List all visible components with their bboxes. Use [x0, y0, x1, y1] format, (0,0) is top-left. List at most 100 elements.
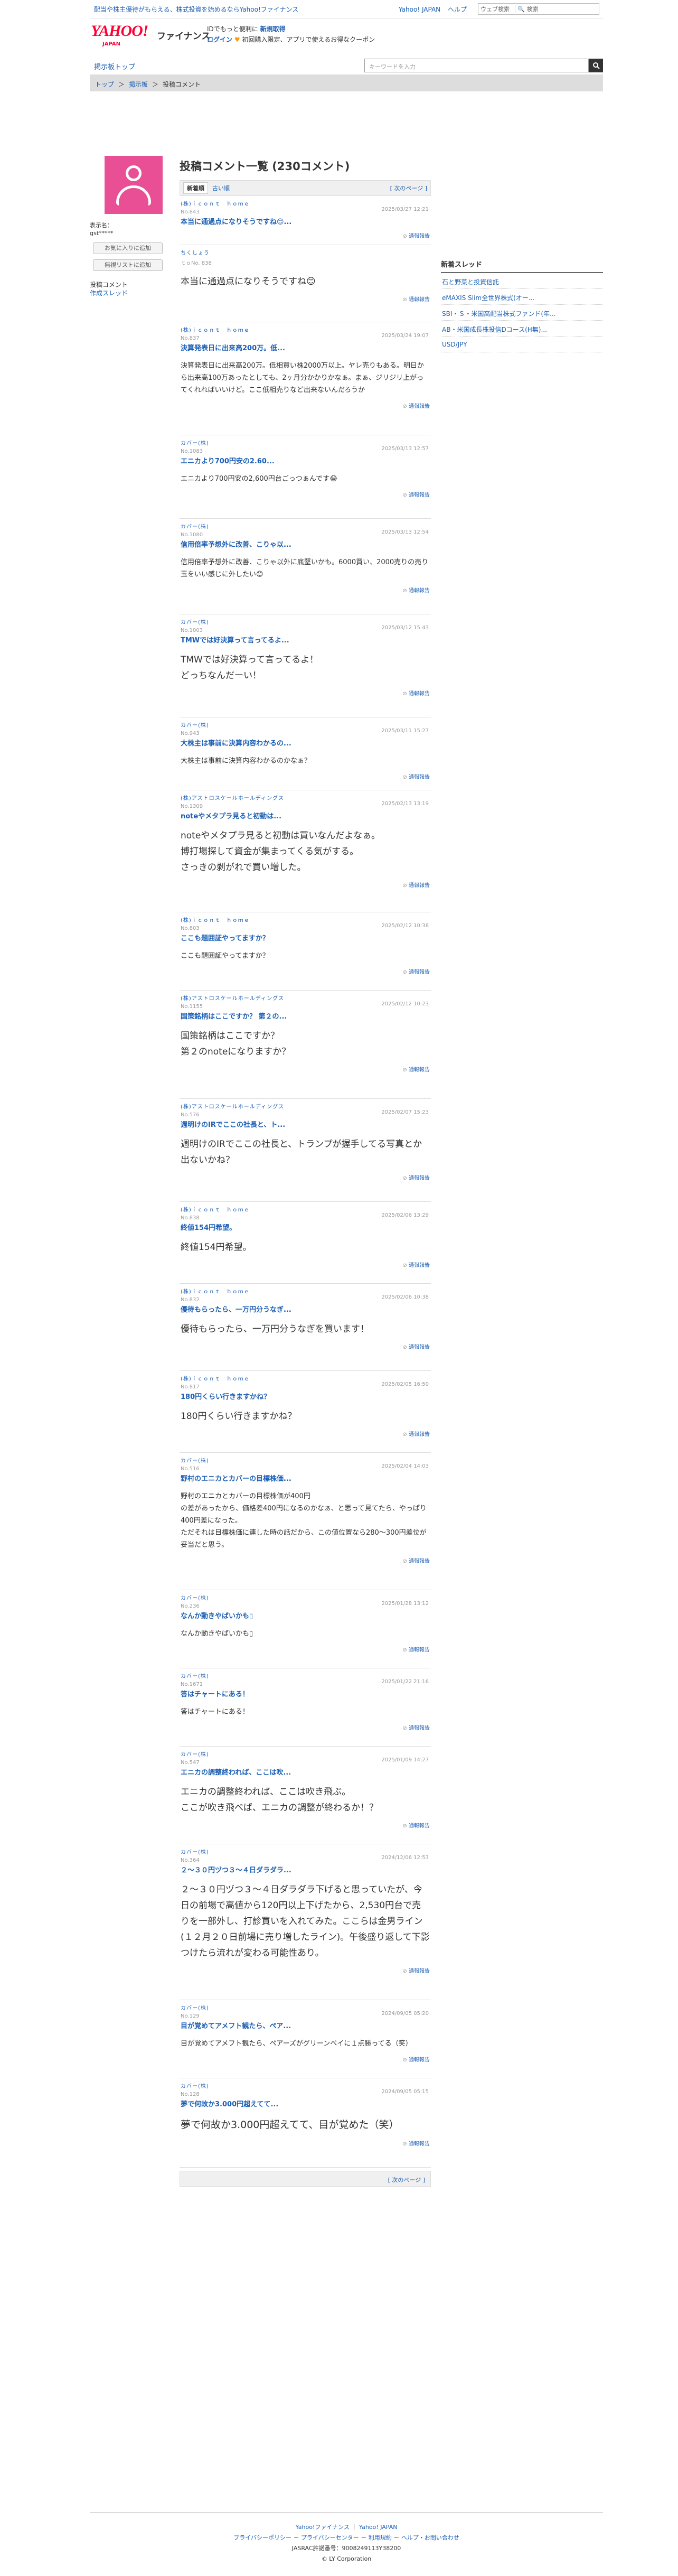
report-link[interactable]: ⊘ 通報報告 — [181, 231, 430, 239]
report-link[interactable]: ⊘ 通報報告 — [181, 1966, 430, 1974]
comment-board-name[interactable]: カバー(株) — [181, 522, 430, 530]
report-link[interactable]: ⊘ 通報報告 — [181, 1065, 430, 1073]
comment-number[interactable]: ｔｏNo. 838 — [181, 258, 430, 266]
comment-body: ２〜３０円ヅつ３〜４日ダラダラ下げると思っていたが、今日の前場で高値から120円… — [181, 1884, 430, 1958]
comment-board-name[interactable]: カバー(株) — [181, 1593, 430, 1601]
promo-link[interactable]: 配当や株主優待がもらえる、株式投資を始めるならYahoo!ファイナンス — [94, 5, 298, 14]
comment-board-name[interactable]: (株)ｉｃｏｎｔ ｈｏｍｅ — [181, 325, 430, 333]
report-link[interactable]: ⊘ 通報報告 — [181, 881, 430, 889]
report-link[interactable]: ⊘ 通報報告 — [181, 772, 430, 780]
report-link[interactable]: ⊘ 通報報告 — [181, 1430, 430, 1438]
comment-title[interactable]: 大株主は事前に決算内容わかるの... — [181, 738, 430, 748]
comment-title[interactable]: 野村のエニカとカバーの目標株価... — [181, 1473, 430, 1483]
comment-title[interactable]: 信用倍率予想外に改善、こりゃ以... — [181, 539, 430, 549]
report-link[interactable]: ⊘ 通報報告 — [181, 2139, 430, 2147]
footer-privacy-center-link[interactable]: プライバシーセンター — [301, 2534, 359, 2541]
comment-title[interactable]: 国策銘柄はここですか？ 第２の... — [181, 1011, 430, 1021]
new-thread-item[interactable]: eMAXIS Slim全世界株式(オー... — [441, 289, 603, 305]
comment-title[interactable]: 夢で何故か3.000円超えてて... — [181, 2098, 430, 2108]
board-top-link[interactable]: 掲示板トップ — [94, 61, 135, 71]
next-page-link-bottom[interactable]: [ 次のページ ] — [388, 2177, 425, 2183]
breadcrumb-top[interactable]: トップ — [95, 80, 114, 88]
comment-title[interactable]: エニカより700円安の2.60... — [181, 455, 430, 465]
comment-title[interactable]: TMWでは好決算って言ってるよ... — [181, 634, 430, 645]
comment-board-name[interactable]: カバー(株) — [181, 721, 430, 729]
board-search-button[interactable] — [589, 59, 603, 72]
breadcrumb-board[interactable]: 掲示板 — [129, 80, 148, 88]
sort-old-tab[interactable]: 古い順 — [212, 184, 230, 192]
comment-board-name[interactable]: カバー(株) — [181, 2082, 430, 2089]
comment-board-name[interactable]: カバー(株) — [181, 1456, 430, 1464]
report-link[interactable]: ⊘ 通報報告 — [181, 967, 430, 975]
new-thread-item[interactable]: USD/JPY — [441, 337, 603, 352]
report-link[interactable]: ⊘ 通報報告 — [181, 402, 430, 409]
yahoo-finance-logo[interactable]: YAHOO! JAPAN ファイナンス — [91, 22, 210, 54]
footer-terms-link[interactable]: 利用規約 — [369, 2534, 392, 2541]
comment-board-name[interactable]: カバー(株) — [181, 1672, 430, 1679]
comment-board-name[interactable]: カバー(株) — [181, 438, 430, 446]
web-search-input[interactable]: 🔍 検索 — [515, 5, 539, 13]
comment-title[interactable]: 週明けのIRでここの社長と、ト... — [181, 1119, 430, 1129]
comment-title[interactable]: noteやメタプラ見ると初動は... — [181, 810, 430, 820]
report-link[interactable]: ⊘ 通報報告 — [181, 1342, 430, 1350]
report-link[interactable]: ⊘ 通報報告 — [181, 490, 430, 498]
comment-body: 大株主は事前に決算内容わかるのかなぁ？ — [181, 757, 312, 765]
comment-board-name[interactable]: (株)ｉｃｏｎｔ ｈｏｍｅ — [181, 1374, 430, 1382]
report-link[interactable]: ⊘ 通報報告 — [181, 1261, 430, 1268]
comment-board-name[interactable]: (株)ｉｃｏｎｔ ｈｏｍｅ — [181, 199, 430, 207]
comment-board-name[interactable]: カバー(株) — [181, 618, 430, 626]
report-link[interactable]: ⊘ 通報報告 — [181, 1821, 430, 1829]
comment-board-name[interactable]: (株)ｉｃｏｎｔ ｈｏｍｅ — [181, 916, 430, 923]
comment-board-name[interactable]: カバー(株) — [181, 1847, 430, 1855]
comment-title[interactable]: 終値154円希望。 — [181, 1222, 430, 1232]
comment-item: (株)アストロスケールホールディングス No.1309 2025/02/13 13:… — [180, 790, 431, 912]
comment-board-name[interactable]: (株)アストロスケールホールディングス — [181, 1102, 430, 1110]
login-link[interactable]: ログイン — [207, 36, 232, 43]
new-thread-item[interactable]: 石と野菜と投資信託 — [441, 273, 603, 289]
comment-title[interactable]: ここも題囲証やってますか？ — [181, 932, 430, 942]
comment-title[interactable]: 決算発表日に出来高200万。低... — [181, 342, 430, 352]
report-link[interactable]: ⊘ 通報報告 — [181, 295, 430, 303]
comment-item: カバー(株) No.364 2024/12/06 12:53 ２〜３０円ヅつ３〜４日ダ… — [180, 1844, 431, 2000]
coupon-promo[interactable]: 初回購入限定、アプリで使えるお得なクーポン — [242, 36, 375, 43]
comment-board-name[interactable]: (株)アストロスケールホールディングス — [181, 994, 430, 1002]
sort-new-tab[interactable]: 新着順 — [183, 182, 208, 194]
footer-privacy-link[interactable]: プライバシーポリシー — [233, 2534, 291, 2541]
yahoo-japan-link[interactable]: Yahoo! JAPAN — [399, 6, 440, 13]
footer-yahoo-link[interactable]: Yahoo! JAPAN — [359, 2524, 398, 2531]
help-link[interactable]: ヘルプ — [448, 6, 467, 13]
report-link[interactable]: ⊘ 通報報告 — [181, 586, 430, 594]
comment-list: (株)ｉｃｏｎｔ ｈｏｍｅ No.843 2025/03/27 12:21 本当に通過… — [180, 196, 431, 2168]
comment-title[interactable]: エニカの調整終われば、ここは吹... — [181, 1767, 430, 1777]
search-type-select[interactable]: ウェブ検索 — [478, 5, 515, 13]
report-link[interactable]: ⊘ 通報報告 — [181, 1723, 430, 1731]
report-link[interactable]: ⊘ 通報報告 — [181, 1173, 430, 1181]
footer-help-link[interactable]: ヘルプ・お問い合わせ — [401, 2534, 459, 2541]
report-link[interactable]: ⊘ 通報報告 — [181, 689, 430, 697]
menu-threads[interactable]: 作成スレッド — [90, 290, 128, 297]
report-link[interactable]: ⊘ 通報報告 — [181, 2055, 430, 2063]
comment-title[interactable]: なんか動きやばいかも▯ — [181, 1610, 430, 1620]
footer-finance-link[interactable]: Yahoo!ファイナンス — [296, 2524, 350, 2531]
board-search-input[interactable]: キーワードを入力 — [364, 59, 589, 72]
new-thread-item[interactable]: SBI・Ｓ・米国高配当株式ファンド(年... — [441, 305, 603, 321]
comment-title[interactable]: ２〜３０円ヅつ３〜４日ダラダラ... — [181, 1864, 430, 1874]
comment-title[interactable]: 本当に通過点になりそうですね😊... — [181, 216, 430, 226]
comment-title[interactable]: 180円くらい行きますかね？ — [181, 1391, 430, 1401]
comment-board-name[interactable]: カバー(株) — [181, 2003, 430, 2011]
comment-board-name[interactable]: カバー(株) — [181, 1750, 430, 1758]
add-favorite-button[interactable]: お気に入りに追加 — [93, 242, 163, 254]
comment-board-name[interactable]: (株)ｉｃｏｎｔ ｈｏｍｅ — [181, 1205, 430, 1213]
report-link[interactable]: ⊘ 通報報告 — [181, 1645, 430, 1653]
new-thread-item[interactable]: AB・米国成長株投信Dコース(H無)... — [441, 321, 603, 337]
report-link[interactable]: ⊘ 通報報告 — [181, 1556, 430, 1564]
comment-title[interactable]: 目が覚めてアメフト観たら、ペア... — [181, 2020, 430, 2030]
signup-link[interactable]: 新規取得 — [260, 25, 286, 33]
comment-board-name[interactable]: ちくしょう — [181, 248, 430, 256]
comment-board-name[interactable]: (株)ｉｃｏｎｔ ｈｏｍｅ — [181, 1287, 430, 1295]
next-page-link[interactable]: [ 次のページ ] — [390, 184, 427, 192]
comment-title[interactable]: 答はチャートにある！ — [181, 1688, 430, 1698]
comment-title[interactable]: 優待もらったら、一万円分うなぎ... — [181, 1304, 430, 1314]
add-ignore-button[interactable]: 無視リストに追加 — [93, 259, 163, 271]
comment-board-name[interactable]: (株)アストロスケールホールディングス — [181, 794, 430, 801]
